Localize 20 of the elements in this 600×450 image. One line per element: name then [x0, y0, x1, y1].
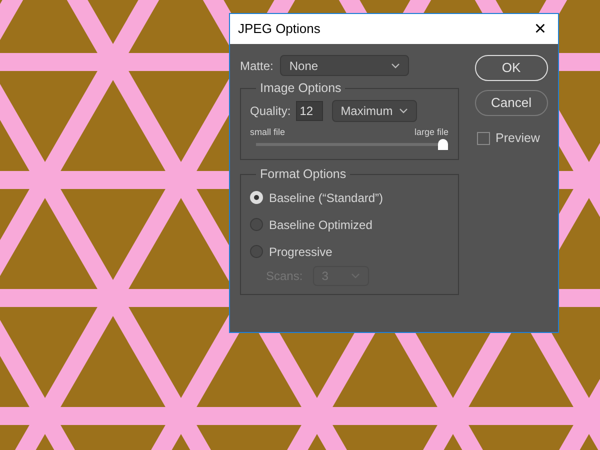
quality-input[interactable]: 12	[296, 100, 323, 121]
format-radio[interactable]: Progressive	[250, 238, 448, 265]
matte-label: Matte:	[240, 58, 274, 74]
close-button[interactable]: ×	[534, 19, 546, 39]
quality-dropdown[interactable]: Maximum	[332, 100, 417, 122]
slider-thumb[interactable]	[438, 139, 448, 150]
format-radio[interactable]: Baseline Optimized	[250, 211, 448, 238]
group-title: Image Options	[259, 80, 342, 97]
cancel-button[interactable]: Cancel	[474, 90, 548, 116]
format-radio[interactable]: Baseline (“Standard”)	[250, 184, 448, 211]
large-file-label: large file	[414, 126, 448, 139]
small-file-label: small file	[250, 126, 286, 139]
ok-button[interactable]: OK	[474, 55, 548, 81]
window-title: JPEG Options	[238, 20, 320, 38]
chevron-down-icon	[398, 108, 408, 114]
chevron-down-icon	[391, 62, 400, 68]
quality-label: Quality:	[250, 102, 291, 120]
group-title: Format Options	[259, 166, 348, 184]
matte-dropdown[interactable]: None	[280, 55, 410, 76]
preview-checkbox[interactable]: Preview	[476, 129, 548, 148]
